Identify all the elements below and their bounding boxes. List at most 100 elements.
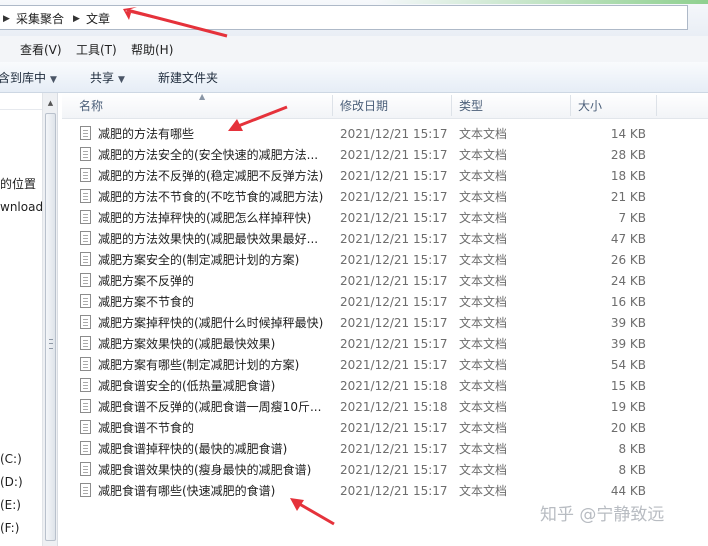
file-name: 减肥方案不反弹的 xyxy=(98,274,195,288)
file-name: 减肥的方法效果快的(减肥最快效果最好... xyxy=(98,232,319,246)
breadcrumb-chevron-icon[interactable]: ▶ xyxy=(3,11,10,27)
breadcrumb-chevron-icon[interactable]: ▶ xyxy=(73,11,80,27)
file-type: 文本文档 xyxy=(459,337,508,351)
text-file-icon xyxy=(80,420,91,434)
file-row[interactable]: 减肥的方法效果快的(减肥最快效果最好... 2021/12/21 15:17 文本文… xyxy=(62,229,708,250)
nav-item-drive-c[interactable]: (C:) xyxy=(0,451,22,467)
file-name: 减肥食谱掉秤快的(最快的减肥食谱) xyxy=(98,442,288,456)
address-field[interactable]: ▶ 采集聚合 ▶ 文章 xyxy=(0,5,688,30)
file-size: 8 KB xyxy=(618,442,646,456)
file-name: 减肥的方法掉秤快的(减肥怎么样掉秤快) xyxy=(98,211,312,225)
scrollbar-thumb[interactable] xyxy=(45,113,56,541)
file-name: 减肥的方法不节食的(不吃节食的减肥方法) xyxy=(98,190,324,204)
column-name[interactable]: 名称 xyxy=(79,99,103,113)
file-type: 文本文档 xyxy=(459,400,508,414)
text-file-icon xyxy=(80,294,91,308)
file-row[interactable]: 减肥方案有哪些(制定减肥计划的方案) 2021/12/21 15:17 文本文档 54… xyxy=(62,355,708,376)
file-row[interactable]: 减肥的方法有哪些 2021/12/21 15:17 文本文档 14 KB xyxy=(62,124,708,145)
text-file-icon xyxy=(80,336,91,350)
column-divider[interactable] xyxy=(332,95,333,116)
file-row[interactable]: 减肥食谱掉秤快的(最快的减肥食谱) 2021/12/21 15:17 文本文档 8 K… xyxy=(62,439,708,460)
file-type: 文本文档 xyxy=(459,127,508,141)
file-date: 2021/12/21 15:17 xyxy=(340,232,448,246)
file-size: 28 KB xyxy=(610,148,646,162)
menu-view[interactable]: 查看(V) xyxy=(20,42,62,58)
annotation-arrow xyxy=(228,105,288,131)
text-file-icon xyxy=(80,399,91,413)
file-date: 2021/12/21 15:17 xyxy=(340,421,448,435)
file-type: 文本文档 xyxy=(459,190,508,204)
file-row[interactable]: 减肥方案掉秤快的(减肥什么时候掉秤最快) 2021/12/21 15:17 文本文档… xyxy=(62,313,708,334)
nav-item-downloads[interactable]: wnloads xyxy=(0,199,42,215)
scroll-up-arrow-icon[interactable]: ▲ xyxy=(45,97,56,109)
file-row[interactable]: 减肥的方法掉秤快的(减肥怎么样掉秤快) 2021/12/21 15:17 文本文档 7… xyxy=(62,208,708,229)
nav-scrollbar[interactable]: ▲ xyxy=(42,93,58,546)
file-row[interactable]: 减肥食谱不节食的 2021/12/21 15:17 文本文档 20 KB xyxy=(62,418,708,439)
breadcrumb-item-collection[interactable]: 采集聚合 xyxy=(16,11,64,27)
file-type: 文本文档 xyxy=(459,232,508,246)
file-row[interactable]: 减肥方案效果快的(减肥最快效果) 2021/12/21 15:17 文本文档 39 K… xyxy=(62,334,708,355)
file-row[interactable]: 减肥方案不反弹的 2021/12/21 15:17 文本文档 24 KB xyxy=(62,271,708,292)
nav-item-drive-d[interactable]: (D:) xyxy=(0,474,23,490)
file-row[interactable]: 减肥食谱效果快的(瘦身最快的减肥食谱) 2021/12/21 15:17 文本文档 8… xyxy=(62,460,708,481)
file-row[interactable]: 减肥食谱有哪些(快速减肥的食谱) 2021/12/21 15:17 文本文档 44 K… xyxy=(62,481,708,502)
file-type: 文本文档 xyxy=(459,169,508,183)
file-row[interactable]: 减肥的方法不节食的(不吃节食的减肥方法) 2021/12/21 15:17 文本文档… xyxy=(62,187,708,208)
nav-item-recent-places[interactable]: 的位置 xyxy=(0,176,36,192)
file-date: 2021/12/21 15:17 xyxy=(340,358,448,372)
column-divider[interactable] xyxy=(570,95,571,116)
file-date: 2021/12/21 15:17 xyxy=(340,190,448,204)
file-size: 54 KB xyxy=(610,358,646,372)
file-size: 8 KB xyxy=(618,463,646,477)
text-file-icon xyxy=(80,462,91,476)
menu-bar: ) 查看(V) 工具(T) 帮助(H) xyxy=(0,36,708,63)
file-date: 2021/12/21 15:17 xyxy=(340,253,448,267)
file-size: 39 KB xyxy=(610,337,646,351)
column-date[interactable]: 修改日期 xyxy=(340,99,388,113)
file-type: 文本文档 xyxy=(459,295,508,309)
annotation-arrow xyxy=(290,498,335,526)
column-divider[interactable] xyxy=(656,95,657,116)
file-name: 减肥食谱不反弹的(减肥食谱一周瘦10斤... xyxy=(98,400,322,414)
breadcrumb-item-articles[interactable]: 文章 xyxy=(86,11,110,27)
file-size: 24 KB xyxy=(610,274,646,288)
new-folder-button[interactable]: 新建文件夹 xyxy=(158,70,218,86)
file-name: 减肥的方法不反弹的(稳定减肥不反弹方法) xyxy=(98,169,324,183)
file-date: 2021/12/21 15:17 xyxy=(340,484,448,498)
share-button[interactable]: 共享 ▼ xyxy=(90,70,125,88)
nav-divider xyxy=(0,109,42,110)
file-size: 14 KB xyxy=(610,127,646,141)
file-size: 39 KB xyxy=(610,316,646,330)
file-size: 47 KB xyxy=(610,232,646,246)
menu-help[interactable]: 帮助(H) xyxy=(131,42,173,58)
text-file-icon xyxy=(80,378,91,392)
file-date: 2021/12/21 15:17 xyxy=(340,127,448,141)
file-size: 7 KB xyxy=(618,211,646,225)
file-row[interactable]: 减肥方案不节食的 2021/12/21 15:17 文本文档 16 KB xyxy=(62,292,708,313)
column-size[interactable]: 大小 xyxy=(578,99,602,113)
file-size: 44 KB xyxy=(610,484,646,498)
nav-item-drive-f[interactable]: (F:) xyxy=(0,520,19,536)
file-name: 减肥方案效果快的(减肥最快效果) xyxy=(98,337,276,351)
file-row[interactable]: 减肥食谱安全的(低热量减肥食谱) 2021/12/21 15:18 文本文档 15 K… xyxy=(62,376,708,397)
file-date: 2021/12/21 15:17 xyxy=(340,316,448,330)
file-name: 减肥方案不节食的 xyxy=(98,295,195,309)
file-size: 16 KB xyxy=(610,295,646,309)
file-date: 2021/12/21 15:18 xyxy=(340,400,448,414)
include-in-library-button[interactable]: 含到库中 ▼ xyxy=(0,70,57,88)
nav-item-drive-e[interactable]: (E:) xyxy=(0,497,21,513)
text-file-icon xyxy=(80,210,91,224)
file-date: 2021/12/21 15:17 xyxy=(340,337,448,351)
column-type[interactable]: 类型 xyxy=(459,99,483,113)
file-row[interactable]: 减肥方案安全的(制定减肥计划的方案) 2021/12/21 15:17 文本文档 26… xyxy=(62,250,708,271)
menu-tools[interactable]: 工具(T) xyxy=(76,42,117,58)
grip-icon xyxy=(49,339,53,349)
file-type: 文本文档 xyxy=(459,463,508,477)
menu-edit-fragment[interactable]: ) xyxy=(0,42,1,58)
file-row[interactable]: 减肥的方法不反弹的(稳定减肥不反弹方法) 2021/12/21 15:17 文本文档… xyxy=(62,166,708,187)
file-row[interactable]: 减肥的方法安全的(安全快速的减肥方法... 2021/12/21 15:17 文本文… xyxy=(62,145,708,166)
file-row[interactable]: 减肥食谱不反弹的(减肥食谱一周瘦10斤... 2021/12/21 15:18 文本… xyxy=(62,397,708,418)
file-date: 2021/12/21 15:17 xyxy=(340,463,448,477)
column-divider[interactable] xyxy=(451,95,452,116)
file-type: 文本文档 xyxy=(459,358,508,372)
